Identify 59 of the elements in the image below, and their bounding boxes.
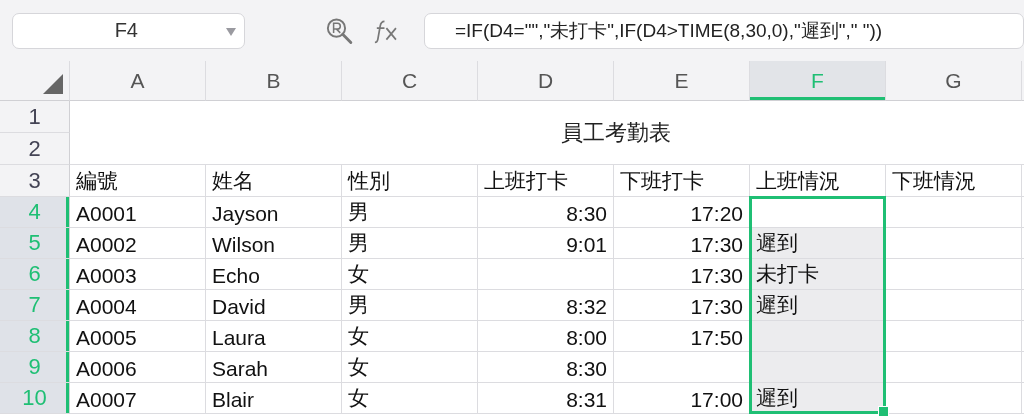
column-header[interactable]: C	[342, 61, 478, 101]
table-cell: A0007	[70, 383, 206, 414]
table-cell: 女	[342, 321, 478, 352]
fill-handle[interactable]	[878, 406, 889, 417]
table-cell: Jayson	[206, 197, 342, 228]
table-cell: A0004	[70, 290, 206, 321]
table-cell: 17:20	[614, 197, 750, 228]
table-cell: 8:00	[478, 321, 614, 352]
table-cell: Wilson	[206, 228, 342, 259]
table-cell: 9:01	[478, 228, 614, 259]
table-cell: 上班打卡	[478, 165, 614, 197]
formula-field[interactable]: =IF(D4="","未打卡",IF(D4>TIME(8,30,0),"遲到"," "))	[424, 12, 1024, 49]
table-cell: 17:30	[614, 259, 750, 290]
table-cell: 17:30	[614, 228, 750, 259]
table-cell: 下班打卡	[614, 165, 750, 197]
table-cell: A0003	[70, 259, 206, 290]
table-cell: 女	[342, 352, 478, 383]
table-cell: 遲到	[750, 290, 886, 321]
table-cell: Laura	[206, 321, 342, 352]
table-cell: 未打卡	[750, 259, 886, 290]
column-header[interactable]: D	[478, 61, 614, 101]
table-cell: David	[206, 290, 342, 321]
table-cell: 17:50	[614, 321, 750, 352]
sheet-title: 員工考勤表	[70, 101, 1024, 165]
column-header[interactable]: A	[70, 61, 206, 101]
table-cell: 性別	[342, 165, 478, 197]
table-cell: Blair	[206, 383, 342, 414]
caret-icon[interactable]	[225, 27, 236, 36]
table-cell: 8:31	[478, 383, 614, 414]
table-cell: 男	[342, 197, 478, 228]
name-box[interactable]: F4	[12, 12, 245, 49]
row-header[interactable]: 2	[0, 133, 70, 165]
table-cell: A0006	[70, 352, 206, 383]
table-cell: 17:30	[614, 290, 750, 321]
table-cell: 上班情況	[750, 165, 886, 197]
column-header[interactable]: G	[886, 61, 1022, 101]
table-cell: 男	[342, 290, 478, 321]
column-header[interactable]: E	[614, 61, 750, 101]
select-all-icon[interactable]	[43, 74, 63, 94]
table-cell: 17:00	[614, 383, 750, 414]
table-cell: 男	[342, 228, 478, 259]
table-cell: 女	[342, 383, 478, 414]
row-header[interactable]: 3	[0, 165, 70, 197]
table-cell: 女	[342, 259, 478, 290]
table-cell: 下班情況	[886, 165, 1022, 197]
table-cell: A0005	[70, 321, 206, 352]
cell-reference: F4	[113, 19, 139, 42]
table-cell: Sarah	[206, 352, 342, 383]
row-header[interactable]: 1	[0, 101, 70, 133]
table-cell: 編號	[70, 165, 206, 197]
table-cell: 8:30	[478, 352, 614, 383]
column-header[interactable]: B	[206, 61, 342, 101]
table-cell: Echo	[206, 259, 342, 290]
table-cell: 8:30	[478, 197, 614, 228]
table-cell: 遲到	[750, 228, 886, 259]
table-cell: 姓名	[206, 165, 342, 197]
table-cell: 8:32	[478, 290, 614, 321]
table-cell: A0001	[70, 197, 206, 228]
table-cell: A0002	[70, 228, 206, 259]
